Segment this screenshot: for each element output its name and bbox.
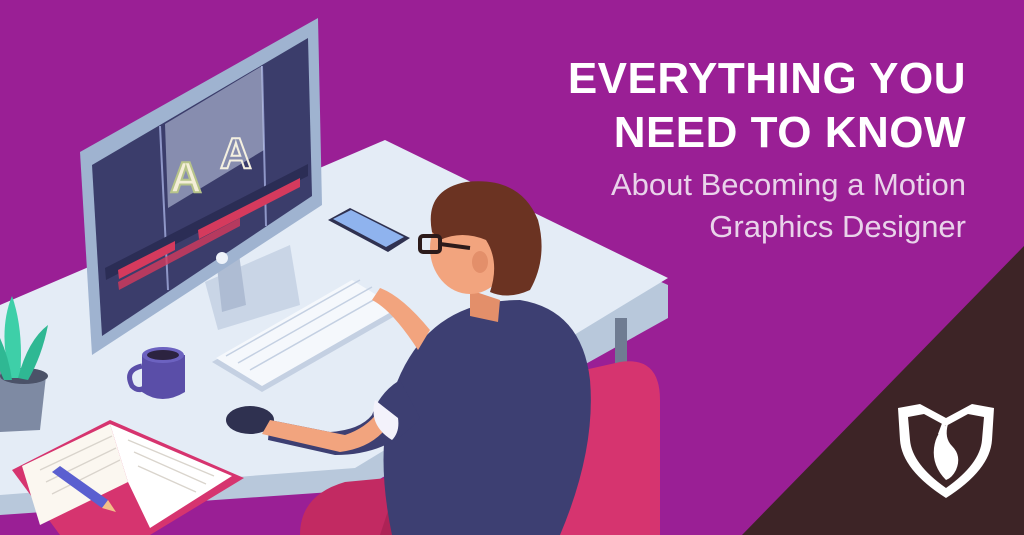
- headline-line-2: NEED TO KNOW: [613, 108, 966, 157]
- screen-glyph-a-solid: A: [170, 153, 202, 202]
- screen-glyph-a-wire: A: [220, 129, 252, 178]
- subheadline-line-2: Graphics Designer: [709, 209, 966, 244]
- hero-banner: A A EVERYTHING YOU NEED TO KNOW About Be…: [0, 0, 1024, 535]
- headline-line-1: EVERYTHING YOU: [567, 54, 966, 103]
- corner-band: [742, 246, 1024, 535]
- headline: EVERYTHING YOU NEED TO KNOW About Becomi…: [496, 52, 966, 248]
- subheadline-line-1: About Becoming a Motion: [611, 167, 966, 202]
